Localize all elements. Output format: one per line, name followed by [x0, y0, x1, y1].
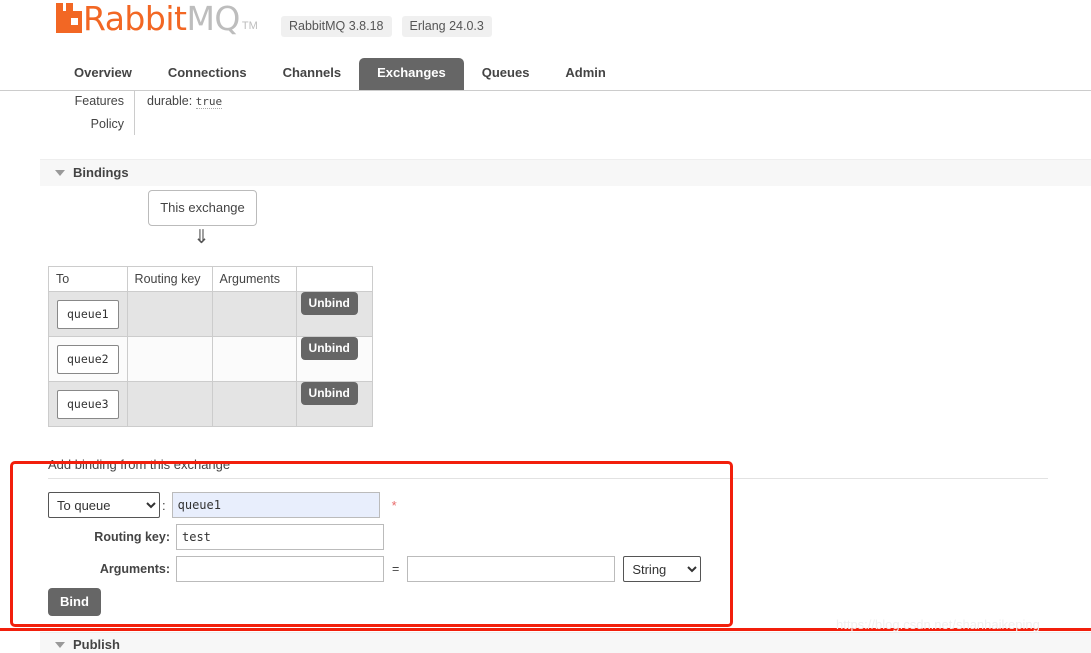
- argument-value-input[interactable]: [407, 556, 616, 582]
- bindings-section-title: Bindings: [73, 165, 129, 180]
- binding-action-cell: Unbind: [295, 291, 373, 337]
- col-header-to: To: [48, 266, 128, 292]
- tab-queues[interactable]: Queues: [464, 58, 548, 90]
- required-marker: *: [391, 497, 397, 513]
- binding-arguments-cell: [211, 336, 297, 382]
- routing-key-label: Routing key:: [94, 530, 170, 544]
- logo-text-primary: Rabbit: [83, 0, 187, 38]
- queue-link-queue1[interactable]: queue1: [57, 299, 119, 329]
- details-value-policy: [134, 113, 1048, 135]
- bindings-section-header[interactable]: Bindings: [40, 159, 1091, 186]
- details-row-features: Features durable: true: [48, 90, 1048, 113]
- binding-to-cell: queue3: [48, 381, 128, 427]
- details-label-policy: Policy: [90, 117, 124, 131]
- routing-key-row: Routing key:: [48, 524, 701, 550]
- app-header: RabbitMQ TM RabbitMQ 3.8.18 Erlang 24.0.…: [0, 0, 1091, 55]
- tab-channels[interactable]: Channels: [265, 58, 360, 90]
- tab-overview[interactable]: Overview: [56, 58, 150, 90]
- destination-input[interactable]: [171, 492, 380, 518]
- rabbitmq-version-badge: RabbitMQ 3.8.18: [281, 16, 392, 37]
- table-row: queue1 Unbind: [48, 291, 373, 337]
- this-exchange-box: This exchange: [148, 190, 257, 226]
- binding-arguments-cell: [211, 291, 297, 337]
- details-value-features: durable: true: [134, 90, 1048, 113]
- version-badges: RabbitMQ 3.8.18 Erlang 24.0.3: [281, 16, 492, 37]
- triangle-down-icon: [55, 170, 65, 176]
- table-row: queue2 Unbind: [48, 336, 373, 382]
- rabbitmq-logo-icon: [56, 3, 82, 33]
- binding-routing-key-cell: [126, 291, 213, 337]
- double-down-arrow-icon: ⇓: [193, 227, 210, 248]
- add-binding-divider: [48, 478, 1048, 479]
- unbind-button-queue2[interactable]: Unbind: [300, 337, 358, 360]
- argument-type-select[interactable]: String: [623, 556, 702, 582]
- bind-button[interactable]: Bind: [48, 588, 101, 616]
- tab-admin[interactable]: Admin: [547, 58, 623, 90]
- arguments-label: Arguments:: [99, 562, 170, 576]
- argument-key-input[interactable]: [176, 556, 384, 582]
- durable-value: true: [195, 95, 223, 109]
- details-row-policy: Policy: [48, 113, 1048, 135]
- routing-key-input[interactable]: [176, 524, 384, 550]
- destination-type-select[interactable]: To queue: [48, 492, 160, 518]
- col-header-arguments: Arguments: [211, 266, 297, 292]
- bindings-table: To Routing key Arguments queue1 Unbind q…: [48, 266, 373, 427]
- logo-trademark: TM: [241, 20, 258, 32]
- tab-connections[interactable]: Connections: [150, 58, 265, 90]
- bindings-table-header-row: To Routing key Arguments: [48, 266, 373, 292]
- durable-key: durable:: [147, 94, 193, 108]
- binding-routing-key-cell: [126, 336, 213, 382]
- main-navigation: Overview Connections Channels Exchanges …: [0, 58, 1091, 91]
- col-header-actions: [295, 266, 373, 292]
- erlang-version-badge: Erlang 24.0.3: [401, 16, 492, 37]
- add-binding-form: To queue : * Routing key: Arguments: = S…: [48, 492, 702, 588]
- table-row: queue3 Unbind: [48, 381, 373, 427]
- binding-action-cell: Unbind: [295, 381, 373, 427]
- binding-to-cell: queue2: [48, 336, 128, 382]
- arguments-row: Arguments: = String: [48, 556, 702, 582]
- logo-text-secondary: MQ: [186, 0, 240, 38]
- unbind-button-queue1[interactable]: Unbind: [300, 292, 358, 315]
- destination-row: To queue : *: [48, 492, 701, 518]
- unbind-button-queue3[interactable]: Unbind: [300, 382, 358, 405]
- tab-exchanges[interactable]: Exchanges: [359, 58, 464, 90]
- binding-routing-key-cell: [126, 381, 213, 427]
- binding-to-cell: queue1: [48, 291, 128, 337]
- equals-sign: =: [392, 562, 400, 576]
- exchange-details-table: Features durable: true Policy: [48, 90, 1048, 135]
- queue-link-queue2[interactable]: queue2: [57, 344, 119, 374]
- triangle-down-icon: [55, 642, 65, 648]
- watermark-text: https://blog.csdn.net/shanhaikeping: [836, 617, 1040, 632]
- col-header-routing-key: Routing key: [126, 266, 213, 292]
- binding-arguments-cell: [211, 381, 297, 427]
- destination-colon: :: [162, 497, 166, 513]
- details-label-features: Features: [74, 94, 124, 108]
- queue-link-queue3[interactable]: queue3: [57, 389, 119, 419]
- add-binding-title: Add binding from this exchange: [48, 457, 231, 472]
- binding-action-cell: Unbind: [295, 336, 373, 382]
- publish-section-header[interactable]: Publish: [40, 632, 1091, 653]
- rabbitmq-logo[interactable]: RabbitMQ TM: [56, 2, 258, 36]
